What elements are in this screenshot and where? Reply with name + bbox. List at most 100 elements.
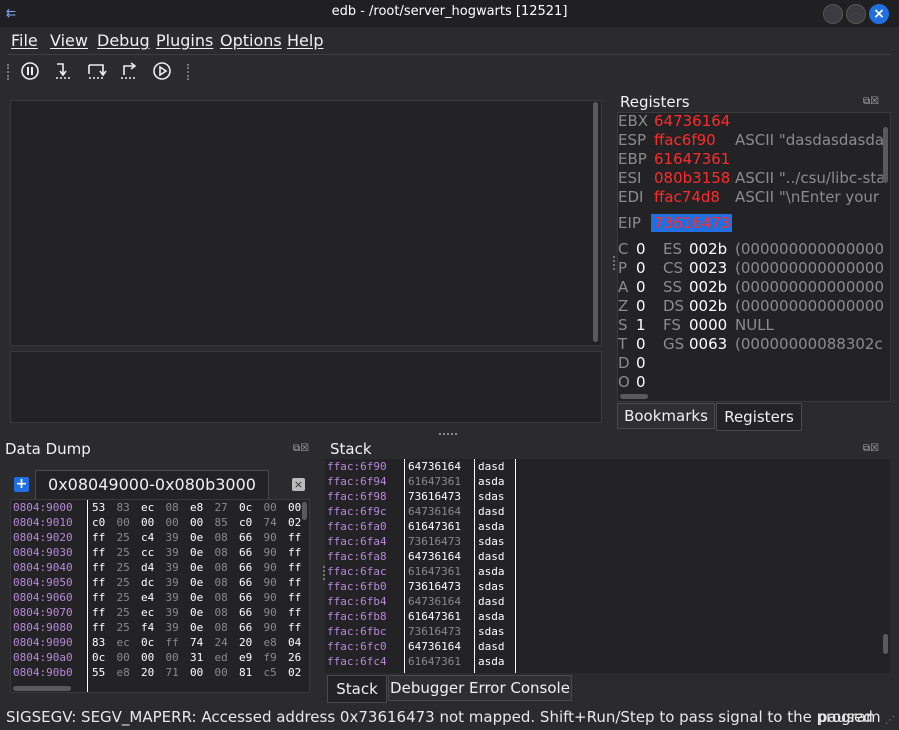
panel-float-close-icons[interactable]: ⧉☒: [863, 443, 879, 454]
segment-ss[interactable]: SS 002b (000000000000000: [663, 278, 883, 296]
step-into-icon[interactable]: [52, 61, 74, 83]
pause-icon[interactable]: [19, 61, 41, 83]
flag-s[interactable]: S1: [618, 316, 646, 334]
registers-view[interactable]: EBX 64736164 ESP ffac6f90 ASCII "dasdasd…: [617, 112, 891, 402]
tab-registers[interactable]: Registers: [716, 403, 802, 431]
registers-hscrollbar[interactable]: [620, 394, 648, 399]
table-row[interactable]: ffac:6fb8 61647361 asda: [325, 610, 525, 625]
toolbar-grip-icon[interactable]: [7, 64, 12, 80]
table-row[interactable]: ffac:6fbc 73616473 sdas: [325, 625, 525, 640]
register-esp[interactable]: ESP ffac6f90 ASCII "dasdasdasdasd: [618, 131, 883, 149]
register-esi[interactable]: ESI 080b3158 ASCII "../csu/libc-start: [618, 169, 883, 187]
segment-es[interactable]: ES 002b (000000000000000: [663, 240, 883, 258]
table-row[interactable]: ffac:6fac 61647361 asda: [325, 565, 525, 580]
register-edi[interactable]: EDI ffac74d8 ASCII "\nEnter your sp: [618, 188, 883, 206]
table-row[interactable]: ffac:6fa4 73616473 sdas: [325, 535, 525, 550]
step-out-icon[interactable]: [118, 61, 140, 83]
close-button[interactable]: ×: [869, 4, 889, 24]
dump-byte: 0e: [190, 621, 204, 634]
table-row[interactable]: 0804:9000 53 83 ec 08 e8 27 0c 00 00: [11, 501, 301, 516]
maximize-button[interactable]: [846, 4, 866, 24]
table-row[interactable]: 0804:9050 ff 25 dc 39 0e 08 66 90 ff: [11, 576, 301, 591]
table-row[interactable]: ffac:6fc0 64736164 dasd: [325, 640, 525, 655]
table-row[interactable]: ffac:6fa0 61647361 asda: [325, 520, 525, 535]
disassembly-scrollbar[interactable]: [593, 102, 598, 342]
stack-value: 61647361: [408, 610, 461, 623]
table-row[interactable]: 0804:9060 ff 25 e4 39 0e 08 66 90 ff: [11, 591, 301, 606]
table-row[interactable]: ffac:6fb0 73616473 sdas: [325, 580, 525, 595]
splitter-handle[interactable]: [439, 433, 457, 437]
table-row[interactable]: 0804:9070 ff 25 ec 39 0e 08 66 90 ff: [11, 606, 301, 621]
flag-z[interactable]: Z0: [618, 297, 646, 315]
segment-ds[interactable]: DS 002b (000000000000000: [663, 297, 883, 315]
dump-byte: 90: [263, 591, 277, 604]
table-row[interactable]: ffac:6fb4 64736164 dasd: [325, 595, 525, 610]
menu-options[interactable]: Options: [220, 31, 282, 50]
menu-help[interactable]: Help: [287, 31, 323, 50]
step-over-icon[interactable]: [86, 61, 108, 83]
table-row[interactable]: ffac:6f94 61647361 asda: [325, 475, 525, 490]
tab-dump-region[interactable]: 0x08049000-0x080b3000: [35, 470, 269, 500]
table-row[interactable]: ffac:6fa8 64736164 dasd: [325, 550, 525, 565]
add-tab-icon[interactable]: +: [14, 477, 29, 492]
dump-byte: cc: [141, 546, 155, 559]
data-dump-view[interactable]: 0804:9000 53 83 ec 08 e8 27 0c 00 00 0804:9010 c0 00…: [10, 499, 310, 693]
dump-byte: e8: [263, 636, 277, 649]
run-icon[interactable]: [151, 61, 173, 83]
register-eip[interactable]: EIP 73616473: [618, 214, 732, 232]
table-row[interactable]: ffac:6f90 64736164 dasd: [325, 460, 525, 475]
table-row[interactable]: 0804:9010 c0 00 00 00 00 85 c0 74 02: [11, 516, 301, 531]
table-row[interactable]: ffac:6f9c 64736164 dasd: [325, 505, 525, 520]
menu-view[interactable]: View: [50, 31, 88, 50]
table-row[interactable]: 0804:9040 ff 25 d4 39 0e 08 66 90 ff: [11, 561, 301, 576]
minimize-button[interactable]: [823, 4, 843, 24]
table-row[interactable]: 0804:90b0 55 e8 20 71 00 00 81 c5 02: [11, 666, 301, 681]
tab-bookmarks[interactable]: Bookmarks: [617, 403, 715, 429]
segment-fs[interactable]: FS 0000 NULL: [663, 316, 883, 334]
menu-debug[interactable]: Debug: [97, 31, 150, 50]
tab-stack[interactable]: Stack: [327, 675, 387, 703]
registers-vscrollbar[interactable]: [883, 127, 888, 183]
flag-d[interactable]: D0: [618, 354, 646, 372]
table-row[interactable]: 0804:9080 ff 25 f4 39 0e 08 66 90 ff: [11, 621, 301, 636]
stack-value: 61647361: [408, 565, 461, 578]
dump-byte: ff: [92, 591, 106, 604]
dump-byte: ec: [116, 636, 130, 649]
table-row[interactable]: ffac:6f98 73616473 sdas: [325, 490, 525, 505]
disassembly-view[interactable]: [10, 100, 602, 346]
resize-grip-icon[interactable]: ⋰: [885, 715, 895, 726]
dump-byte: 39: [165, 576, 179, 589]
flag-a[interactable]: A0: [618, 278, 646, 296]
dump-byte: ff: [92, 621, 106, 634]
table-row[interactable]: ffac:6fc4 61647361 asda: [325, 655, 525, 670]
flag-o[interactable]: O0: [618, 373, 646, 391]
dump-byte: 0e: [190, 591, 204, 604]
segment-cs[interactable]: CS 0023 (000000000000000: [663, 259, 883, 277]
stack-view[interactable]: ffac:6f90 64736164 dasd ffac:6f94 61647361 as…: [325, 459, 890, 673]
menu-file[interactable]: File: [11, 31, 38, 50]
panel-float-close-icons[interactable]: ⧉☒: [293, 443, 309, 454]
dump-hscrollbar[interactable]: [13, 686, 71, 691]
panel-float-close-icons[interactable]: ⧉☒: [863, 96, 879, 107]
toolbar-grip-icon[interactable]: [187, 64, 192, 80]
tab-debugger-error-console[interactable]: Debugger Error Console: [388, 675, 572, 701]
dump-address: 0804:90b0: [13, 666, 73, 679]
close-tab-icon[interactable]: ×: [292, 478, 305, 491]
flag-p[interactable]: P0: [618, 259, 646, 277]
dump-byte: 39: [165, 606, 179, 619]
table-row[interactable]: 0804:9020 ff 25 c4 39 0e 08 66 90 ff: [11, 531, 301, 546]
table-row[interactable]: 0804:9030 ff 25 cc 39 0e 08 66 90 ff: [11, 546, 301, 561]
dump-byte: 66: [239, 546, 253, 559]
flag-c[interactable]: C0: [618, 240, 646, 258]
flag-t[interactable]: T0: [618, 335, 646, 353]
dump-byte: ff: [92, 531, 106, 544]
dump-byte: 81: [239, 666, 253, 679]
menu-plugins[interactable]: Plugins: [156, 31, 213, 50]
register-ebx[interactable]: EBX 64736164: [618, 112, 730, 130]
segment-gs[interactable]: GS 0063 (00000000088302c0: [663, 335, 883, 353]
table-row[interactable]: 0804:90a0 0c 00 00 00 31 ed e9 f9 26: [11, 651, 301, 666]
table-row[interactable]: 0804:9090 83 ec 0c ff 74 24 20 e8 04: [11, 636, 301, 651]
stack-vscrollbar[interactable]: [883, 634, 888, 654]
dump-vscrollbar[interactable]: [302, 502, 307, 520]
register-ebp[interactable]: EBP 61647361: [618, 150, 730, 168]
